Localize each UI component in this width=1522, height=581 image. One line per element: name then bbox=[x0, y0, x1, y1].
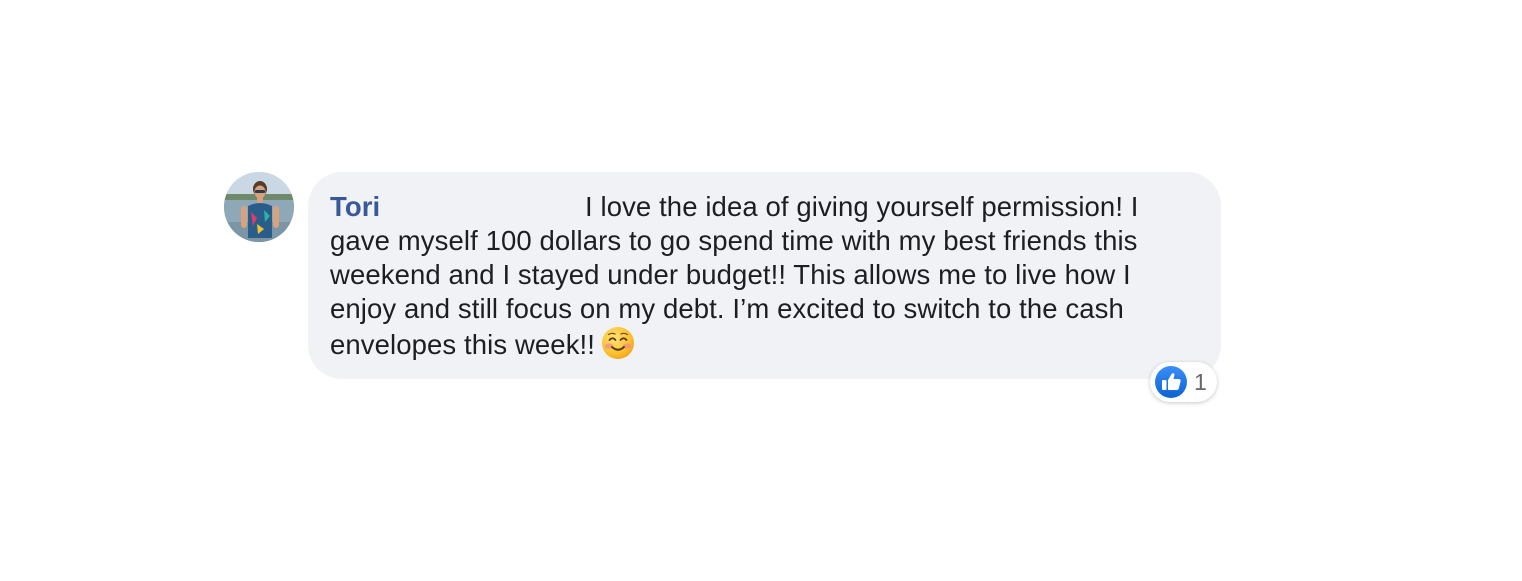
reaction-count: 1 bbox=[1194, 369, 1207, 395]
profile-photo-icon bbox=[224, 172, 294, 242]
comment-bubble: Tori I love the idea of giving yourself p… bbox=[308, 172, 1221, 379]
comment-author[interactable]: Tori bbox=[330, 190, 585, 224]
reaction-summary[interactable]: 1 bbox=[1150, 362, 1217, 402]
smiling-face-emoji-icon bbox=[602, 327, 635, 359]
avatar[interactable] bbox=[224, 172, 294, 242]
comment: Tori I love the idea of giving yourself p… bbox=[224, 172, 1224, 412]
like-icon bbox=[1155, 366, 1187, 398]
